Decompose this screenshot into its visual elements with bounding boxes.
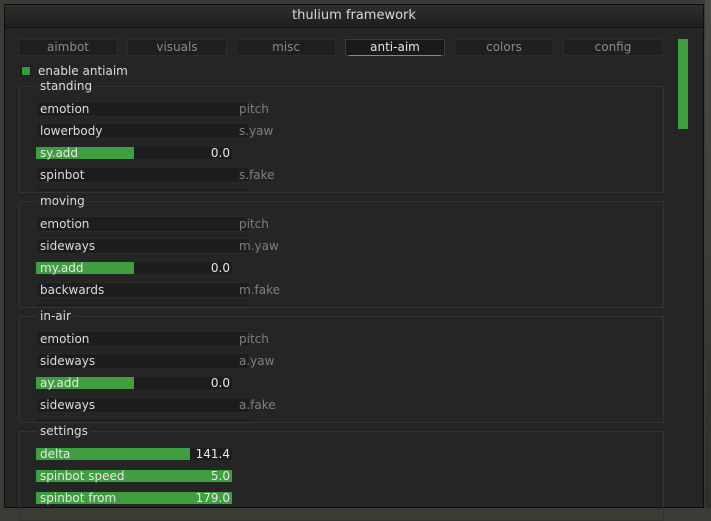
moving-yaw-value: sideways <box>40 239 96 253</box>
in-air-add-slider[interactable]: ay.add 0.0 <box>36 376 232 390</box>
standing-divider <box>37 189 249 191</box>
standing-yaw-label: s.yaw <box>239 124 274 138</box>
moving-divider <box>37 304 249 306</box>
background-edge <box>705 0 711 508</box>
group-title-moving: moving <box>37 194 88 208</box>
delta-slider[interactable]: delta 141.4 <box>36 447 232 461</box>
group-title-in-air: in-air <box>37 309 74 323</box>
standing-add-label: sy.add <box>40 146 79 160</box>
standing-fake-label: s.fake <box>239 168 275 182</box>
moving-yaw-select[interactable]: sideways <box>36 238 250 254</box>
enable-antiaim-label: enable antiaim <box>38 64 128 78</box>
moving-pitch-label: pitch <box>239 217 269 231</box>
moving-yaw-label: m.yaw <box>239 239 279 253</box>
moving-fake-value: backwards <box>40 283 105 297</box>
scrollbar-thumb[interactable] <box>678 39 688 129</box>
in-air-pitch-value: emotion <box>40 332 90 346</box>
in-air-yaw-value: sideways <box>40 354 96 368</box>
standing-pitch-value: emotion <box>40 102 90 116</box>
in-air-divider <box>37 419 249 421</box>
group-title-standing: standing <box>37 79 96 93</box>
spinbot-from-label: spinbot from <box>40 491 117 505</box>
main-window: thulium framework aimbot visuals misc an… <box>4 4 704 521</box>
in-air-fake-value: sideways <box>40 398 96 412</box>
window-title: thulium framework <box>5 5 703 28</box>
tab-aimbot[interactable]: aimbot <box>18 39 118 56</box>
spinbot-from-value: 179.0 <box>195 491 230 505</box>
tab-anti-aim[interactable]: anti-aim <box>345 39 445 56</box>
delta-value: 141.4 <box>195 447 230 461</box>
group-moving: moving emotion pitch sideways m.yaw my.a… <box>19 194 664 308</box>
moving-pitch-value: emotion <box>40 217 90 231</box>
standing-add-slider[interactable]: sy.add 0.0 <box>36 146 232 160</box>
group-in-air: in-air emotion pitch sideways a.yaw ay.a… <box>19 309 664 423</box>
standing-pitch-select[interactable]: emotion <box>36 101 250 117</box>
tab-visuals[interactable]: visuals <box>127 39 227 56</box>
standing-fake-select[interactable]: spinbot <box>36 167 250 183</box>
in-air-fake-select[interactable]: sideways <box>36 397 250 413</box>
group-title-settings: settings <box>37 424 91 438</box>
in-air-fake-label: a.fake <box>239 398 276 412</box>
moving-pitch-select[interactable]: emotion <box>36 216 250 232</box>
tab-colors[interactable]: colors <box>454 39 554 56</box>
moving-add-value: 0.0 <box>210 261 230 275</box>
in-air-add-value: 0.0 <box>210 376 230 390</box>
standing-fake-value: spinbot <box>40 168 85 182</box>
in-air-yaw-label: a.yaw <box>239 354 275 368</box>
standing-pitch-label: pitch <box>239 102 269 116</box>
in-air-pitch-select[interactable]: emotion <box>36 331 250 347</box>
tab-bar: aimbot visuals misc anti-aim colors conf… <box>18 39 664 57</box>
standing-yaw-select[interactable]: lowerbody <box>36 123 250 139</box>
spinbot-from-slider[interactable]: spinbot from 179.0 <box>36 491 232 505</box>
in-air-pitch-label: pitch <box>239 332 269 346</box>
spinbot-speed-label: spinbot speed <box>40 469 125 483</box>
moving-fake-label: m.fake <box>239 283 280 297</box>
spinbot-speed-slider[interactable]: spinbot speed 5.0 <box>36 469 232 483</box>
standing-yaw-value: lowerbody <box>40 124 103 138</box>
group-standing: standing emotion pitch lowerbody s.yaw s… <box>19 79 664 193</box>
spinbot-speed-value: 5.0 <box>210 469 230 483</box>
moving-fake-select[interactable]: backwards <box>36 282 250 298</box>
in-air-add-label: ay.add <box>40 376 80 390</box>
moving-add-slider[interactable]: my.add 0.0 <box>36 261 232 275</box>
moving-add-label: my.add <box>40 261 84 275</box>
standing-add-value: 0.0 <box>210 146 230 160</box>
enable-antiaim-checkbox[interactable] <box>21 66 31 76</box>
in-air-yaw-select[interactable]: sideways <box>36 353 250 369</box>
delta-label: delta <box>40 447 71 461</box>
tab-misc[interactable]: misc <box>236 39 336 56</box>
tab-config[interactable]: config <box>563 39 663 56</box>
